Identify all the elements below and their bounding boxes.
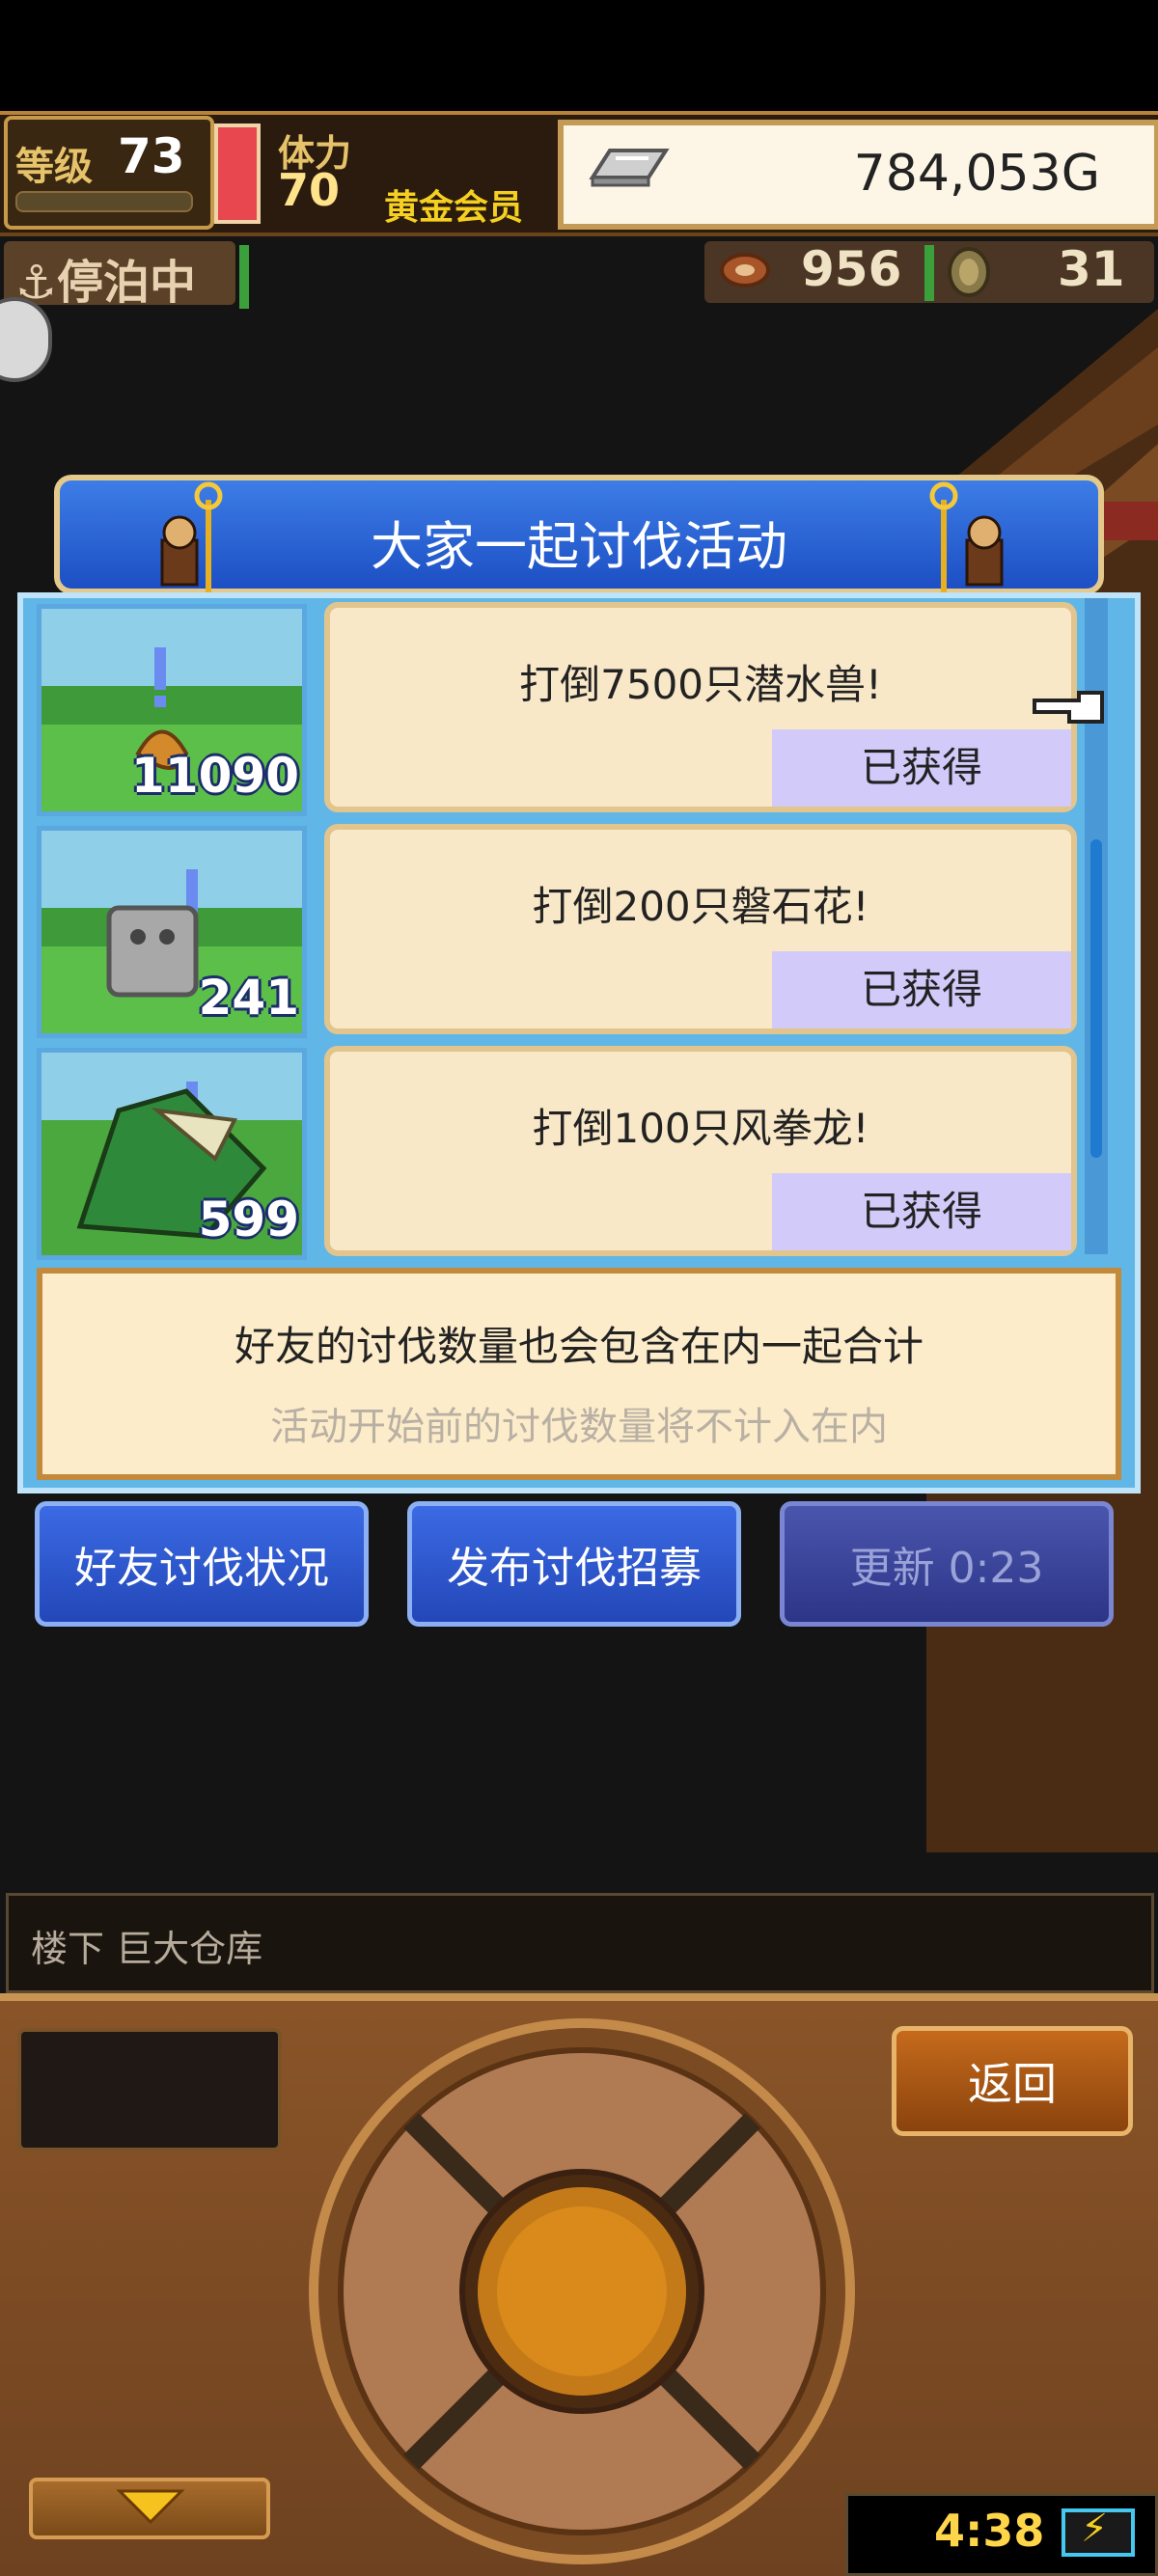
coin-icon	[948, 247, 990, 297]
mission-text: 打倒200只磐石花!	[532, 883, 869, 930]
event-info-sub: 活动开始前的讨伐数量将不计入在内	[270, 1405, 888, 1449]
stamina-value: 70	[278, 164, 341, 216]
obtained-badge: 已获得	[772, 729, 1071, 807]
event-info-main: 好友的讨伐数量也会包含在内一起合计	[234, 1323, 924, 1370]
dpad-control[interactable]	[307, 2016, 857, 2566]
meat-count: 956	[801, 241, 902, 297]
dock-status-label: ⚓停泊中	[15, 256, 197, 310]
experience-bar	[15, 191, 193, 212]
refresh-button[interactable]: 更新 0:23	[780, 1501, 1114, 1627]
game-clock: 4:38	[934, 2505, 1045, 2557]
obtained-badge: 已获得	[772, 951, 1071, 1028]
stamina-gauge	[214, 123, 261, 224]
resource-separator	[924, 245, 934, 301]
obtained-badge: 已获得	[772, 1173, 1071, 1250]
kill-count: 599	[198, 1192, 299, 1247]
pointer-hand-icon	[1033, 691, 1104, 724]
member-badge: 黄金会员	[384, 188, 524, 228]
lightning-icon: ⚡	[1081, 2507, 1109, 2551]
level-label: 等级	[15, 145, 93, 189]
meat-icon	[720, 253, 770, 288]
coin-count: 31	[1058, 241, 1125, 297]
gold-bar-icon	[589, 149, 670, 187]
down-arrow-icon	[116, 2489, 185, 2525]
mission-text: 打倒100只风拳龙!	[532, 1105, 869, 1152]
friend-status-button[interactable]: 好友讨伐状况	[35, 1501, 369, 1627]
location-label: 楼下 巨大仓库	[31, 1928, 263, 1970]
back-button[interactable]: 返回	[892, 2026, 1133, 2136]
mission-text: 打倒7500只潜水兽!	[519, 661, 882, 708]
post-recruit-button[interactable]: 发布讨伐招募	[407, 1501, 741, 1627]
kill-count: 241	[198, 970, 299, 1026]
mission-scrollbar-thumb[interactable]	[1090, 839, 1102, 1158]
gold-amount: 784,053G	[853, 145, 1100, 203]
empty-slot	[17, 2028, 282, 2151]
kill-count: 11090	[131, 748, 299, 804]
monk-icon	[965, 515, 1004, 587]
level-value: 73	[118, 128, 185, 184]
top-black-band	[0, 0, 1158, 111]
dock-indicator	[239, 245, 249, 309]
